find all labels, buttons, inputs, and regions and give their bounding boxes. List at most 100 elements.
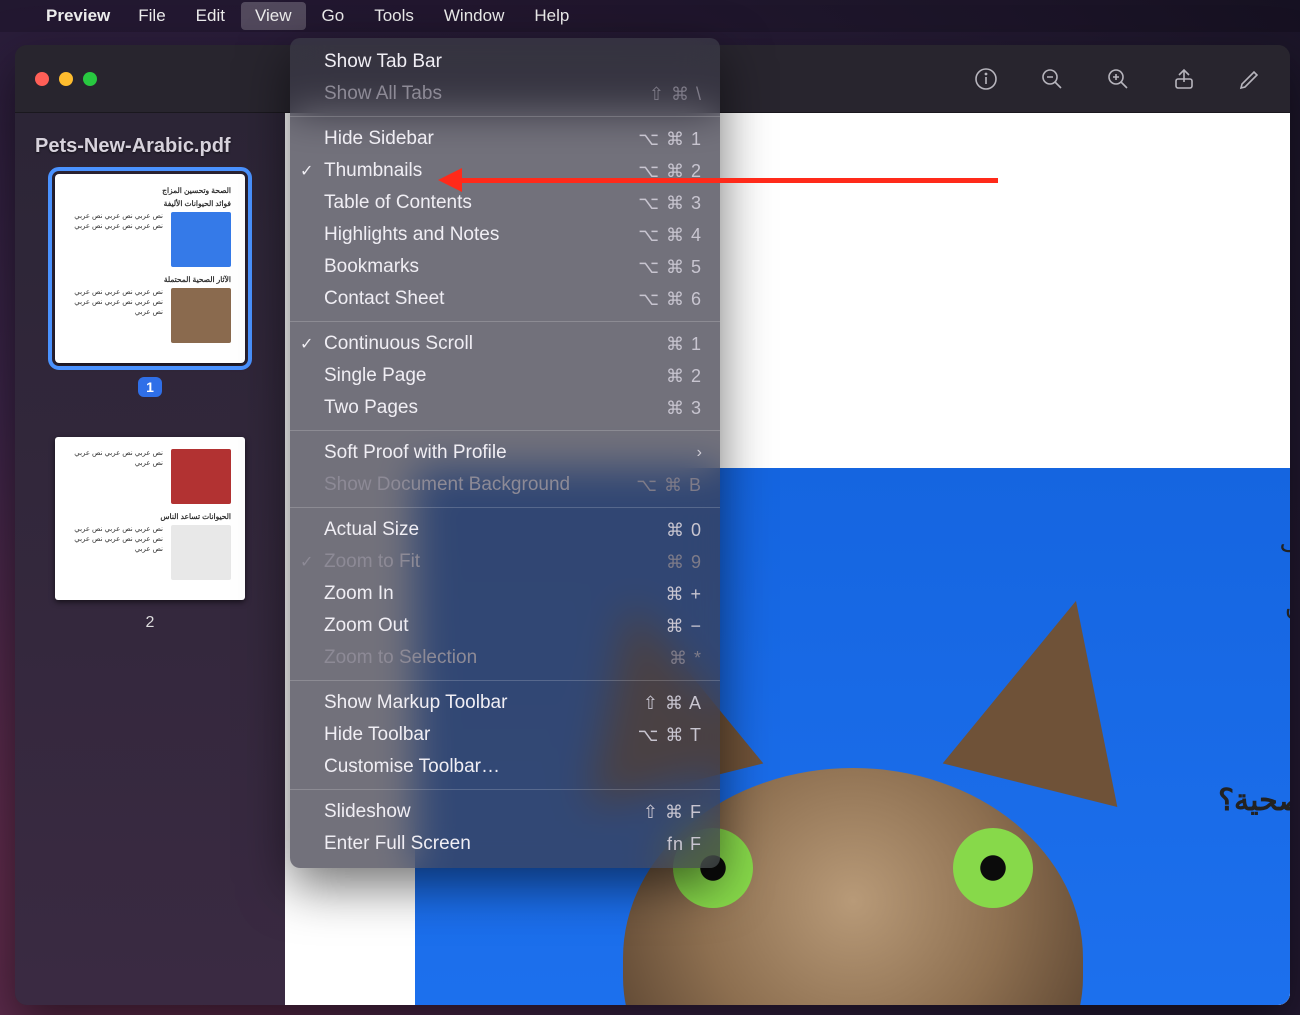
- menu-item-shortcut: ⌥ ⌘ 6: [638, 289, 702, 310]
- menu-separator: [290, 789, 720, 790]
- menu-item-shortcut: ⌘ 2: [666, 366, 702, 387]
- menu-item-shortcut: ⌘ 1: [666, 334, 702, 355]
- zoom-out-icon[interactable]: [1032, 59, 1072, 99]
- zoom-in-icon[interactable]: [1098, 59, 1138, 99]
- thumbnail-2-preview: نص عربي نص عربي نص عربي نص عربي الحيوانا…: [55, 437, 245, 600]
- menu-help[interactable]: Help: [520, 2, 583, 30]
- menu-separator: [290, 116, 720, 117]
- menu-item-label: Customise Toolbar…: [324, 756, 702, 778]
- menu-separator: [290, 507, 720, 508]
- app-name[interactable]: Preview: [34, 2, 122, 30]
- menu-item-label: Show Tab Bar: [324, 51, 702, 73]
- check-icon: ✓: [300, 334, 313, 354]
- menu-item: ✓ Zoom to Fit⌘ 9: [290, 546, 720, 578]
- menu-item: Zoom to Selection⌘ *: [290, 642, 720, 674]
- menu-item-label: Two Pages: [324, 397, 666, 419]
- menu-item[interactable]: Two Pages⌘ 3: [290, 392, 720, 424]
- menu-item-label: Show Markup Toolbar: [324, 692, 643, 714]
- minimize-button[interactable]: [59, 72, 73, 86]
- menu-item-shortcut: ⌘ +: [665, 584, 702, 605]
- menu-item-shortcut: ⌥ ⌘ 2: [638, 161, 702, 182]
- close-button[interactable]: [35, 72, 49, 86]
- menu-view[interactable]: View: [241, 2, 306, 30]
- menu-item[interactable]: Single Page⌘ 2: [290, 360, 720, 392]
- menu-item[interactable]: Soft Proof with Profile›: [290, 437, 720, 469]
- menu-item-shortcut: ⌥ ⌘ T: [638, 725, 702, 746]
- menu-item-label: Show All Tabs: [324, 83, 649, 105]
- menu-edit[interactable]: Edit: [182, 2, 239, 30]
- window-controls: [35, 72, 97, 86]
- menu-tools[interactable]: Tools: [360, 2, 428, 30]
- menu-item-label: Thumbnails: [324, 160, 638, 182]
- thumbnail-1-preview: الصحة وتحسين المزاج فوائد الحيوانات الأل…: [55, 174, 245, 363]
- menu-item-label: Zoom to Fit: [324, 551, 666, 573]
- menu-item-label: Table of Contents: [324, 192, 638, 214]
- thumbnail-sidebar[interactable]: Pets-New-Arabic.pdf الصحة وتحسين المزاج …: [15, 113, 285, 1005]
- menubar: Preview File Edit View Go Tools Window H…: [0, 0, 1300, 32]
- menu-item-shortcut: ⌥ ⌘ 5: [638, 257, 702, 278]
- menu-item[interactable]: Show Markup Toolbar⇧ ⌘ A: [290, 687, 720, 719]
- menu-item-shortcut: ⇧ ⌘ F: [643, 802, 702, 823]
- menu-item-label: Continuous Scroll: [324, 333, 666, 355]
- menu-item-shortcut: ⌘ *: [669, 648, 702, 669]
- menu-item-label: Single Page: [324, 365, 666, 387]
- page-badge-selected: 1: [138, 377, 162, 397]
- menu-item-label: Highlights and Notes: [324, 224, 638, 246]
- menu-item[interactable]: Hide Toolbar⌥ ⌘ T: [290, 719, 720, 751]
- menu-item-label: Show Document Background: [324, 474, 636, 496]
- menu-item[interactable]: Contact Sheet⌥ ⌘ 6: [290, 283, 720, 315]
- menu-item[interactable]: Zoom Out⌘ −: [290, 610, 720, 642]
- menu-item-shortcut: ⌘ 3: [666, 398, 702, 419]
- menu-item-label: Hide Toolbar: [324, 724, 638, 746]
- check-icon: ✓: [300, 161, 313, 181]
- menu-item-shortcut: ⌥ ⌘ B: [636, 475, 702, 496]
- fullscreen-button[interactable]: [83, 72, 97, 86]
- menu-item[interactable]: Zoom In⌘ +: [290, 578, 720, 610]
- menu-item[interactable]: Actual Size⌘ 0: [290, 514, 720, 546]
- menu-item-shortcut: ⌥ ⌘ 3: [638, 193, 702, 214]
- menu-item[interactable]: Table of Contents⌥ ⌘ 3: [290, 187, 720, 219]
- menu-item-shortcut: fn F: [667, 834, 702, 855]
- info-icon[interactable]: [966, 59, 1006, 99]
- menu-window[interactable]: Window: [430, 2, 518, 30]
- menu-item-label: Enter Full Screen: [324, 833, 667, 855]
- share-icon[interactable]: [1164, 59, 1204, 99]
- menu-item-label: Actual Size: [324, 519, 666, 541]
- menu-file[interactable]: File: [124, 2, 179, 30]
- markup-icon[interactable]: [1230, 59, 1270, 99]
- thumbnail-page-2[interactable]: نص عربي نص عربي نص عربي نص عربي الحيوانا…: [27, 437, 273, 632]
- menu-item[interactable]: Highlights and Notes⌥ ⌘ 4: [290, 219, 720, 251]
- menu-item-shortcut: ⌘ 0: [666, 520, 702, 541]
- menu-item-shortcut: ⌥ ⌘ 1: [638, 129, 702, 150]
- menu-item-label: Slideshow: [324, 801, 643, 823]
- menu-go[interactable]: Go: [308, 2, 359, 30]
- menu-item: Show All Tabs⇧ ⌘ \: [290, 78, 720, 110]
- menu-item-label: Bookmarks: [324, 256, 638, 278]
- menu-item-label: Zoom to Selection: [324, 647, 669, 669]
- chevron-right-icon: ›: [697, 444, 702, 462]
- thumbnail-page-1[interactable]: الصحة وتحسين المزاج فوائد الحيوانات الأل…: [27, 174, 273, 397]
- heading-fragment: صحية؟: [1218, 783, 1290, 818]
- menu-item[interactable]: Hide Sidebar⌥ ⌘ 1: [290, 123, 720, 155]
- menu-item[interactable]: Bookmarks⌥ ⌘ 5: [290, 251, 720, 283]
- menu-item[interactable]: Enter Full Screenfn F: [290, 828, 720, 860]
- menu-item[interactable]: ✓ Continuous Scroll⌘ 1: [290, 328, 720, 360]
- menu-item-label: Zoom Out: [324, 615, 665, 637]
- page-number: 2: [146, 614, 155, 632]
- body-text-fragment: ب: [1280, 528, 1290, 559]
- menu-item-shortcut: ⌘ 9: [666, 552, 702, 573]
- menu-item-shortcut: ⌥ ⌘ 4: [638, 225, 702, 246]
- menu-separator: [290, 430, 720, 431]
- menu-separator: [290, 321, 720, 322]
- menu-item-shortcut: ⇧ ⌘ A: [643, 693, 702, 714]
- menu-item: Show Document Background⌥ ⌘ B: [290, 469, 720, 501]
- menu-separator: [290, 680, 720, 681]
- menu-item[interactable]: Customise Toolbar…: [290, 751, 720, 783]
- body-text-fragment: ن: [1285, 591, 1290, 622]
- menu-item-shortcut: ⇧ ⌘ \: [649, 84, 702, 105]
- document-title: Pets-New-Arabic.pdf: [35, 135, 265, 158]
- check-icon: ✓: [300, 552, 313, 572]
- menu-item[interactable]: ✓ Thumbnails⌥ ⌘ 2: [290, 155, 720, 187]
- menu-item[interactable]: Slideshow⇧ ⌘ F: [290, 796, 720, 828]
- menu-item[interactable]: Show Tab Bar: [290, 46, 720, 78]
